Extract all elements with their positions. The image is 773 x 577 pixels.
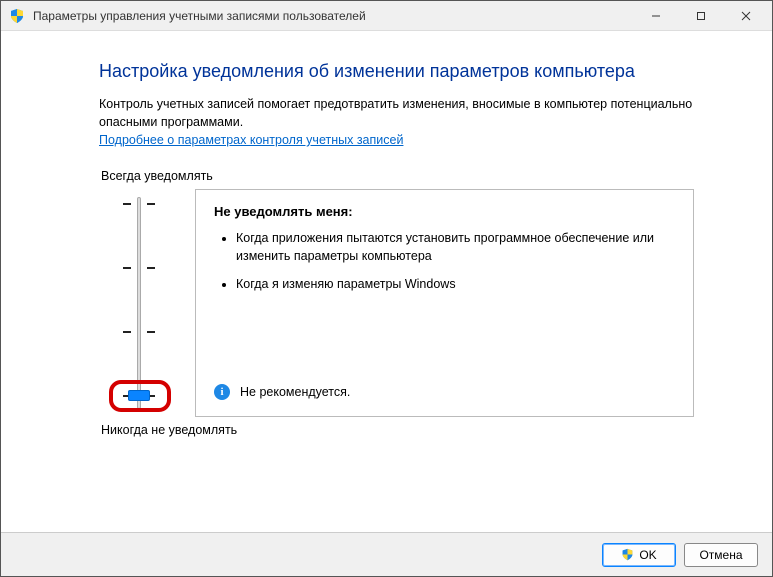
slider-label-bottom: Никогда не уведомлять <box>101 423 694 437</box>
minimize-button[interactable] <box>633 2 678 30</box>
panel-bullets: Когда приложения пытаются установить про… <box>214 229 675 293</box>
page-heading: Настройка уведомления об изменении парам… <box>99 61 694 82</box>
content-area: Настройка уведомления об изменении парам… <box>1 31 772 532</box>
ok-button[interactable]: OK <box>602 543 676 567</box>
panel-note: i Не рекомендуется. <box>214 384 350 400</box>
button-bar: OK Отмена <box>1 532 772 576</box>
shield-icon <box>621 548 634 561</box>
window-title: Параметры управления учетными записями п… <box>33 9 633 23</box>
learn-more-link[interactable]: Подробнее о параметрах контроля учетных … <box>99 133 403 147</box>
maximize-button[interactable] <box>678 2 723 30</box>
cancel-button[interactable]: Отмена <box>684 543 758 567</box>
title-bar: Параметры управления учетными записями п… <box>1 1 772 31</box>
panel-title: Не уведомлять меня: <box>214 204 675 219</box>
slider-section: Всегда уведомлять Не уведомлять меня: Ко… <box>99 169 694 437</box>
close-button[interactable] <box>723 2 768 30</box>
panel-bullet: Когда я изменяю параметры Windows <box>236 275 675 293</box>
ok-button-label: OK <box>639 548 656 562</box>
cancel-button-label: Отмена <box>699 548 742 562</box>
description-panel: Не уведомлять меня: Когда приложения пыт… <box>195 189 694 417</box>
slider-track <box>137 197 141 409</box>
shield-icon <box>9 8 25 24</box>
uac-settings-window: Параметры управления учетными записями п… <box>0 0 773 577</box>
panel-bullet: Когда приложения пытаются установить про… <box>236 229 675 265</box>
slider-label-top: Всегда уведомлять <box>101 169 694 183</box>
slider-thumb[interactable] <box>128 390 150 401</box>
info-icon: i <box>214 384 230 400</box>
intro-text: Контроль учетных записей помогает предот… <box>99 96 694 131</box>
panel-note-text: Не рекомендуется. <box>240 385 350 399</box>
notification-slider[interactable] <box>99 189 187 417</box>
